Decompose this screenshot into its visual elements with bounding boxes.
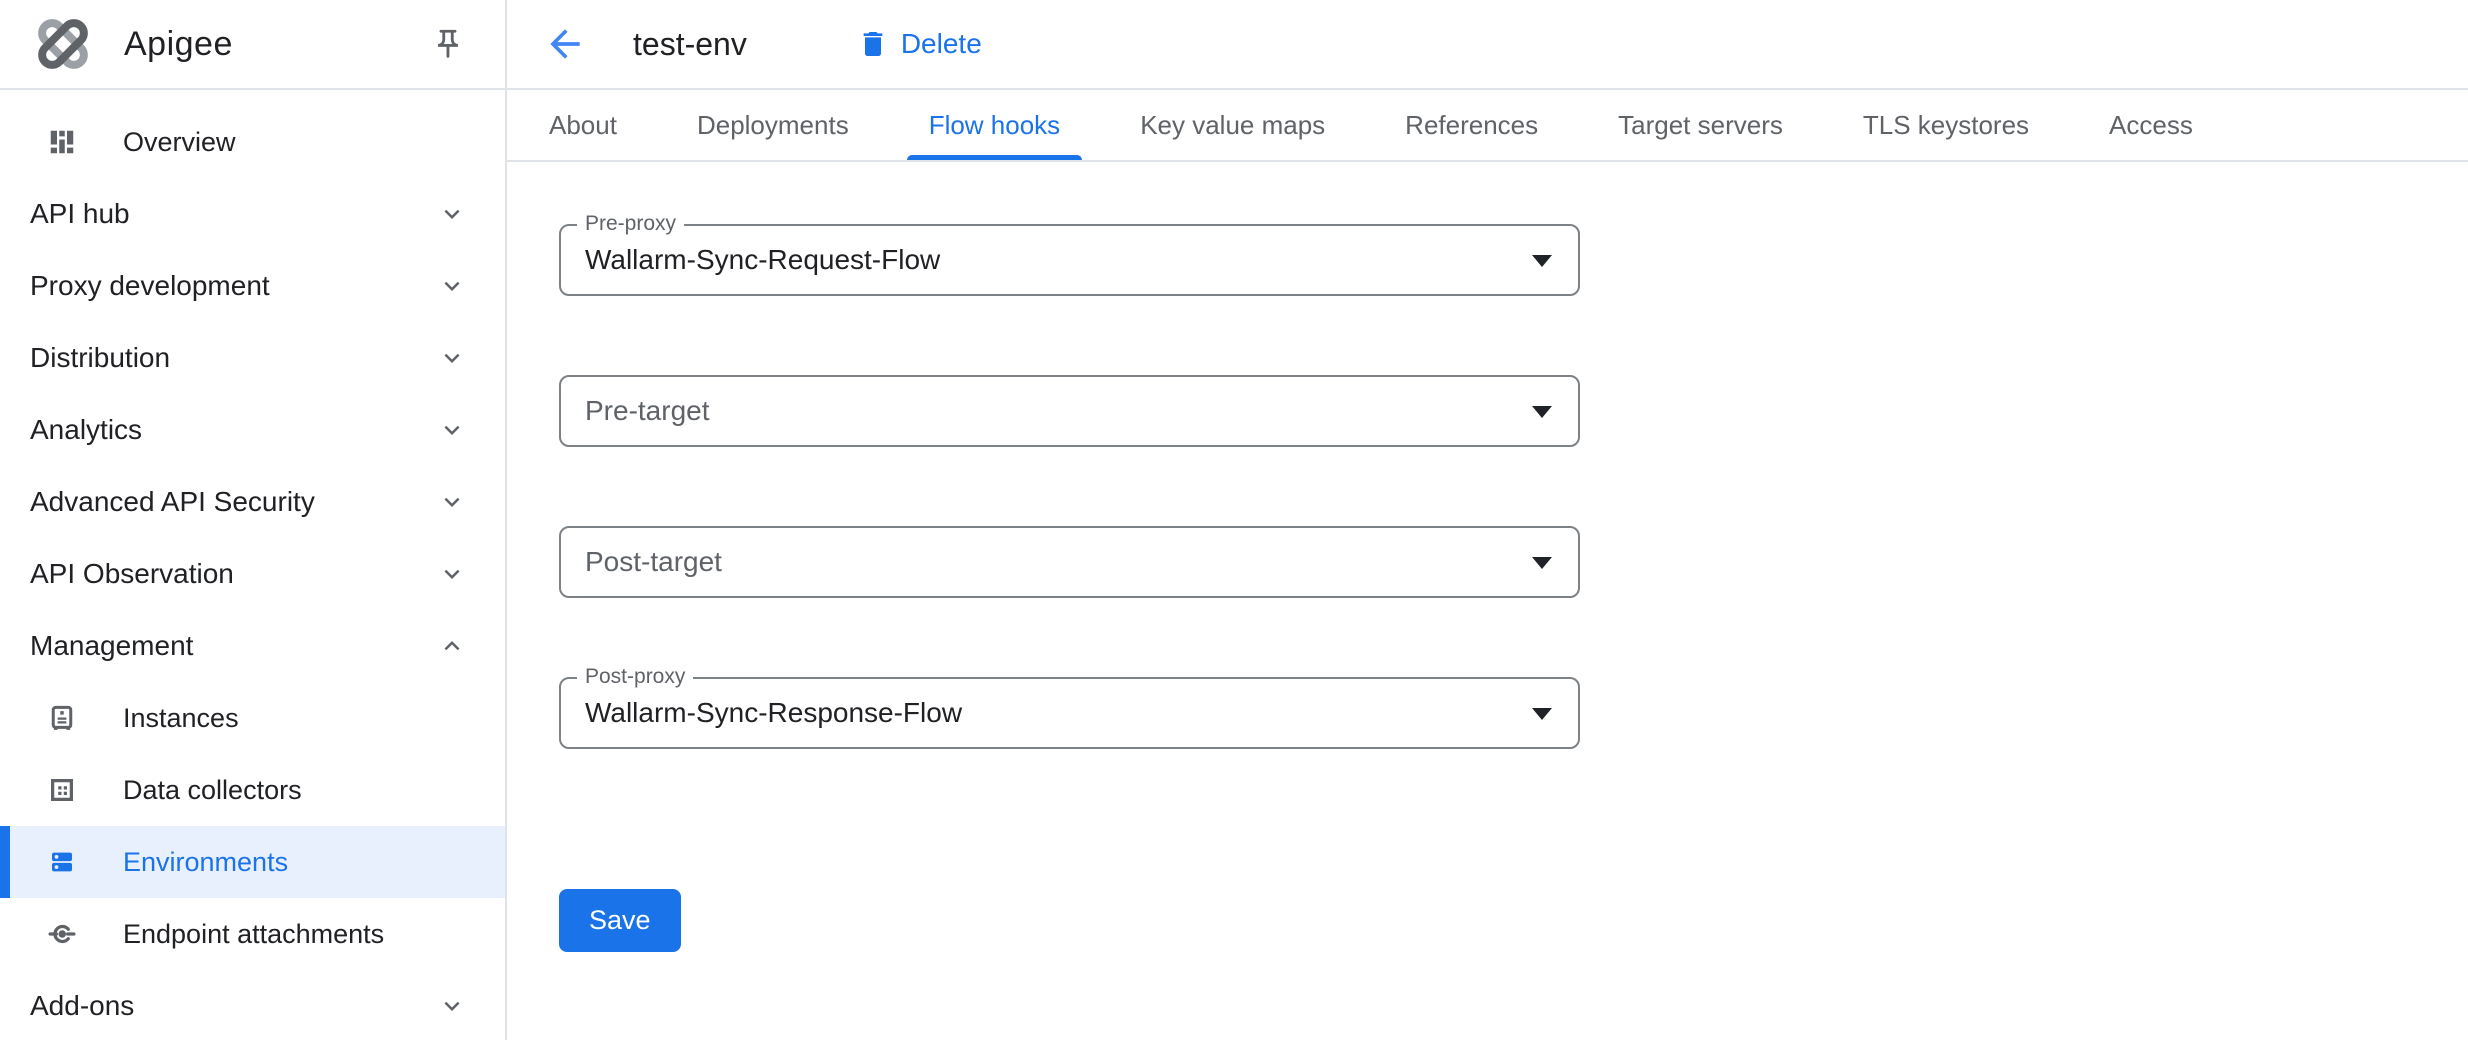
page-header: test-env Delete — [507, 0, 2468, 90]
apigee-console: Apigee Overview API hub — [0, 0, 2468, 1040]
back-arrow-icon[interactable] — [543, 22, 587, 66]
chevron-down-icon — [437, 271, 467, 301]
tab-label: About — [549, 110, 617, 141]
sidebar-item-overview[interactable]: Overview — [0, 106, 505, 178]
dropdown-arrow-icon — [1532, 406, 1552, 418]
chevron-down-icon — [437, 559, 467, 589]
sidebar-item-label: Overview — [123, 127, 236, 158]
pre-target-placeholder: Pre-target — [561, 395, 710, 427]
tab-flow-hooks[interactable]: Flow hooks — [907, 90, 1083, 160]
sidebar-item-api-hub[interactable]: API hub — [0, 178, 505, 250]
chevron-up-icon — [437, 631, 467, 661]
dropdown-arrow-icon — [1532, 557, 1552, 569]
pin-icon[interactable] — [431, 27, 465, 61]
tab-references[interactable]: References — [1383, 90, 1560, 160]
sidebar-item-advanced-api-security[interactable]: Advanced API Security — [0, 466, 505, 538]
tab-deployments[interactable]: Deployments — [675, 90, 871, 160]
chevron-down-icon — [437, 487, 467, 517]
flow-hooks-form: Pre-proxy Wallarm-Sync-Request-Flow Pre-… — [507, 162, 2468, 952]
post-proxy-value: Wallarm-Sync-Response-Flow — [561, 697, 962, 729]
sidebar-item-proxy-development[interactable]: Proxy development — [0, 250, 505, 322]
sidebar-item-distribution[interactable]: Distribution — [0, 322, 505, 394]
selected-indicator-bar — [0, 826, 10, 898]
post-proxy-label: Post-proxy — [577, 665, 693, 689]
sidebar-item-label: Instances — [123, 703, 239, 734]
sidebar-item-environments[interactable]: Environments — [0, 826, 505, 898]
pre-proxy-select[interactable]: Pre-proxy Wallarm-Sync-Request-Flow — [559, 224, 1580, 296]
sidebar-item-label: Environments — [123, 847, 288, 878]
post-target-select[interactable]: Post-target — [559, 526, 1580, 598]
delete-label: Delete — [901, 28, 982, 60]
sidebar-item-label: Add-ons — [30, 990, 134, 1022]
sidebar-item-label: Advanced API Security — [30, 486, 315, 518]
pre-proxy-label: Pre-proxy — [577, 212, 684, 236]
endpoint-attachments-icon — [46, 918, 78, 950]
chevron-down-icon — [437, 199, 467, 229]
tab-label: References — [1405, 110, 1538, 141]
tab-label: TLS keystores — [1863, 110, 2029, 141]
sidebar-item-label: API hub — [30, 198, 130, 230]
sidebar-header: Apigee — [0, 0, 505, 90]
chevron-down-icon — [437, 343, 467, 373]
sidebar-item-label: Management — [30, 630, 193, 662]
sidebar-item-management[interactable]: Management — [0, 610, 505, 682]
environment-tabs: About Deployments Flow hooks Key value m… — [507, 90, 2468, 162]
page-title: test-env — [633, 26, 747, 63]
tab-access[interactable]: Access — [2087, 90, 2215, 160]
tab-label: Access — [2109, 110, 2193, 141]
chevron-down-icon — [437, 991, 467, 1021]
sidebar-item-label: Data collectors — [123, 775, 302, 806]
apigee-logo-icon — [28, 12, 98, 76]
tab-target-servers[interactable]: Target servers — [1596, 90, 1805, 160]
main-panel: test-env Delete About Deployments Flow h… — [507, 0, 2468, 1040]
tab-label: Flow hooks — [929, 110, 1061, 141]
delete-button[interactable]: Delete — [857, 28, 982, 60]
sidebar-item-label: Endpoint attachments — [123, 919, 384, 950]
data-collectors-icon — [46, 774, 78, 806]
chevron-down-icon — [437, 415, 467, 445]
sidebar-item-data-collectors[interactable]: Data collectors — [0, 754, 505, 826]
save-button[interactable]: Save — [559, 889, 681, 952]
sidebar-item-api-observation[interactable]: API Observation — [0, 538, 505, 610]
sidebar-item-label: Proxy development — [30, 270, 270, 302]
tab-tls-keystores[interactable]: TLS keystores — [1841, 90, 2051, 160]
sidebar-item-label: Analytics — [30, 414, 142, 446]
trash-icon — [857, 28, 889, 60]
sidebar-item-analytics[interactable]: Analytics — [0, 394, 505, 466]
tab-key-value-maps[interactable]: Key value maps — [1118, 90, 1347, 160]
brand-name: Apigee — [124, 25, 233, 64]
sidebar-item-endpoint-attachments[interactable]: Endpoint attachments — [0, 898, 505, 970]
tab-label: Target servers — [1618, 110, 1783, 141]
overview-icon — [46, 126, 78, 158]
sidebar: Apigee Overview API hub — [0, 0, 507, 1040]
sidebar-item-label: Distribution — [30, 342, 170, 374]
dropdown-arrow-icon — [1532, 708, 1552, 720]
environments-icon — [46, 846, 78, 878]
instances-icon — [46, 702, 78, 734]
tab-label: Deployments — [697, 110, 849, 141]
tab-about[interactable]: About — [527, 90, 639, 160]
sidebar-item-add-ons[interactable]: Add-ons — [0, 970, 505, 1040]
sidebar-item-label: API Observation — [30, 558, 234, 590]
pre-target-select[interactable]: Pre-target — [559, 375, 1580, 447]
sidebar-item-instances[interactable]: Instances — [0, 682, 505, 754]
dropdown-arrow-icon — [1532, 255, 1552, 267]
sidebar-nav: Overview API hub Proxy development Distr… — [0, 90, 505, 1040]
post-proxy-select[interactable]: Post-proxy Wallarm-Sync-Response-Flow — [559, 677, 1580, 749]
pre-proxy-value: Wallarm-Sync-Request-Flow — [561, 244, 940, 276]
post-target-placeholder: Post-target — [561, 546, 722, 578]
tab-label: Key value maps — [1140, 110, 1325, 141]
